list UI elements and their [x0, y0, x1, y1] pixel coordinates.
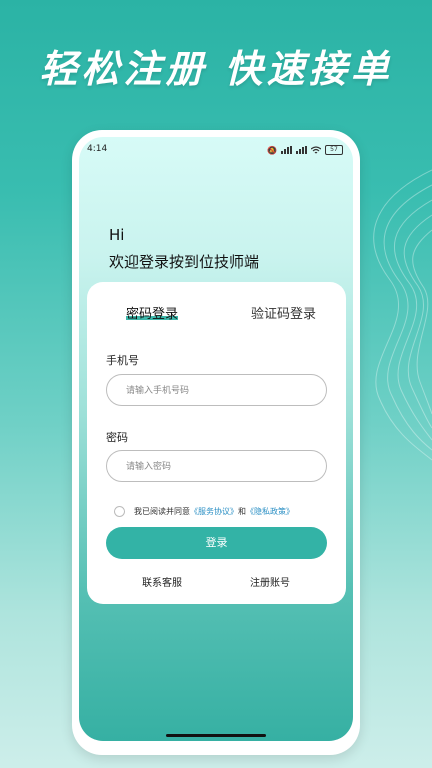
phone-frame: 4:14 🔕 57 Hi 欢迎登录按到位技师端 密码登录 验证码登录 手机号 请…	[72, 130, 360, 755]
password-label: 密码	[106, 431, 128, 444]
mute-icon: 🔕	[267, 145, 277, 155]
tab-password-login[interactable]: 密码登录	[126, 303, 179, 322]
banner-title: 轻松注册 快速接单	[39, 47, 393, 91]
status-bar: 4:14 🔕 57	[79, 142, 353, 158]
tab-code-login[interactable]: 验证码登录	[251, 303, 316, 322]
phone-screen: 4:14 🔕 57 Hi 欢迎登录按到位技师端 密码登录 验证码登录 手机号 请…	[79, 137, 353, 741]
greeting-hi: Hi	[109, 226, 125, 244]
agreement-and: 和	[238, 507, 246, 516]
agree-checkbox[interactable]	[114, 506, 125, 517]
register-account-link[interactable]: 注册账号	[250, 574, 290, 589]
password-input[interactable]: 请输入密码	[106, 450, 327, 482]
phone-label: 手机号	[106, 354, 139, 367]
status-time: 4:14	[87, 144, 108, 154]
login-card: 密码登录 验证码登录 手机号 请输入手机号码 密码 请输入密码 我已阅读并同意 …	[87, 282, 346, 604]
privacy-policy-link[interactable]: 《隐私政策》	[246, 506, 294, 517]
wifi-icon	[311, 146, 321, 154]
login-button[interactable]: 登录	[106, 527, 327, 559]
signal-icon	[281, 146, 292, 154]
phone-input[interactable]: 请输入手机号码	[106, 374, 327, 406]
tab-password-label: 密码登录	[126, 307, 179, 322]
home-indicator	[166, 734, 266, 737]
contact-support-link[interactable]: 联系客服	[142, 574, 182, 589]
agreement-row: 我已阅读并同意 《服务协议》 和 《隐私政策》	[114, 506, 294, 517]
service-agreement-link[interactable]: 《服务协议》	[190, 506, 238, 517]
greeting-welcome: 欢迎登录按到位技师端	[109, 253, 260, 271]
signal-icon-2	[296, 146, 307, 154]
agreement-text: 我已阅读并同意	[134, 507, 190, 516]
battery-icon: 57	[325, 145, 343, 155]
